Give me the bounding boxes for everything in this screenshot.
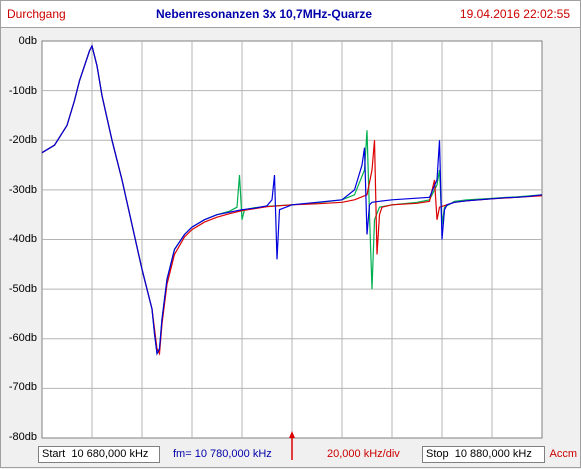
accumulate-mode: Accm xyxy=(549,448,578,460)
stop-frequency-field[interactable]: Stop 10 880,000 kHz xyxy=(422,446,545,463)
center-frequency: fm= 10 780,000 kHz xyxy=(173,448,272,460)
span-per-division: 20,000 kHz/div xyxy=(327,448,400,460)
stop-label: Stop xyxy=(426,448,449,460)
analyzer-window: Durchgang Nebenresonanzen 3x 10,7MHz-Qua… xyxy=(0,0,581,468)
start-label: Start xyxy=(42,448,66,460)
frequency-response-plot xyxy=(41,40,543,460)
start-value: 10 680,000 kHz xyxy=(71,448,149,460)
fm-label: fm= xyxy=(173,448,192,460)
footer-bar: Start 10 680,000 kHz fm= 10 780,000 kHz … xyxy=(1,444,580,466)
start-frequency-field[interactable]: Start 10 680,000 kHz xyxy=(38,446,160,463)
stop-value: 10 880,000 kHz xyxy=(454,448,532,460)
fm-value: 10 780,000 kHz xyxy=(194,448,272,460)
